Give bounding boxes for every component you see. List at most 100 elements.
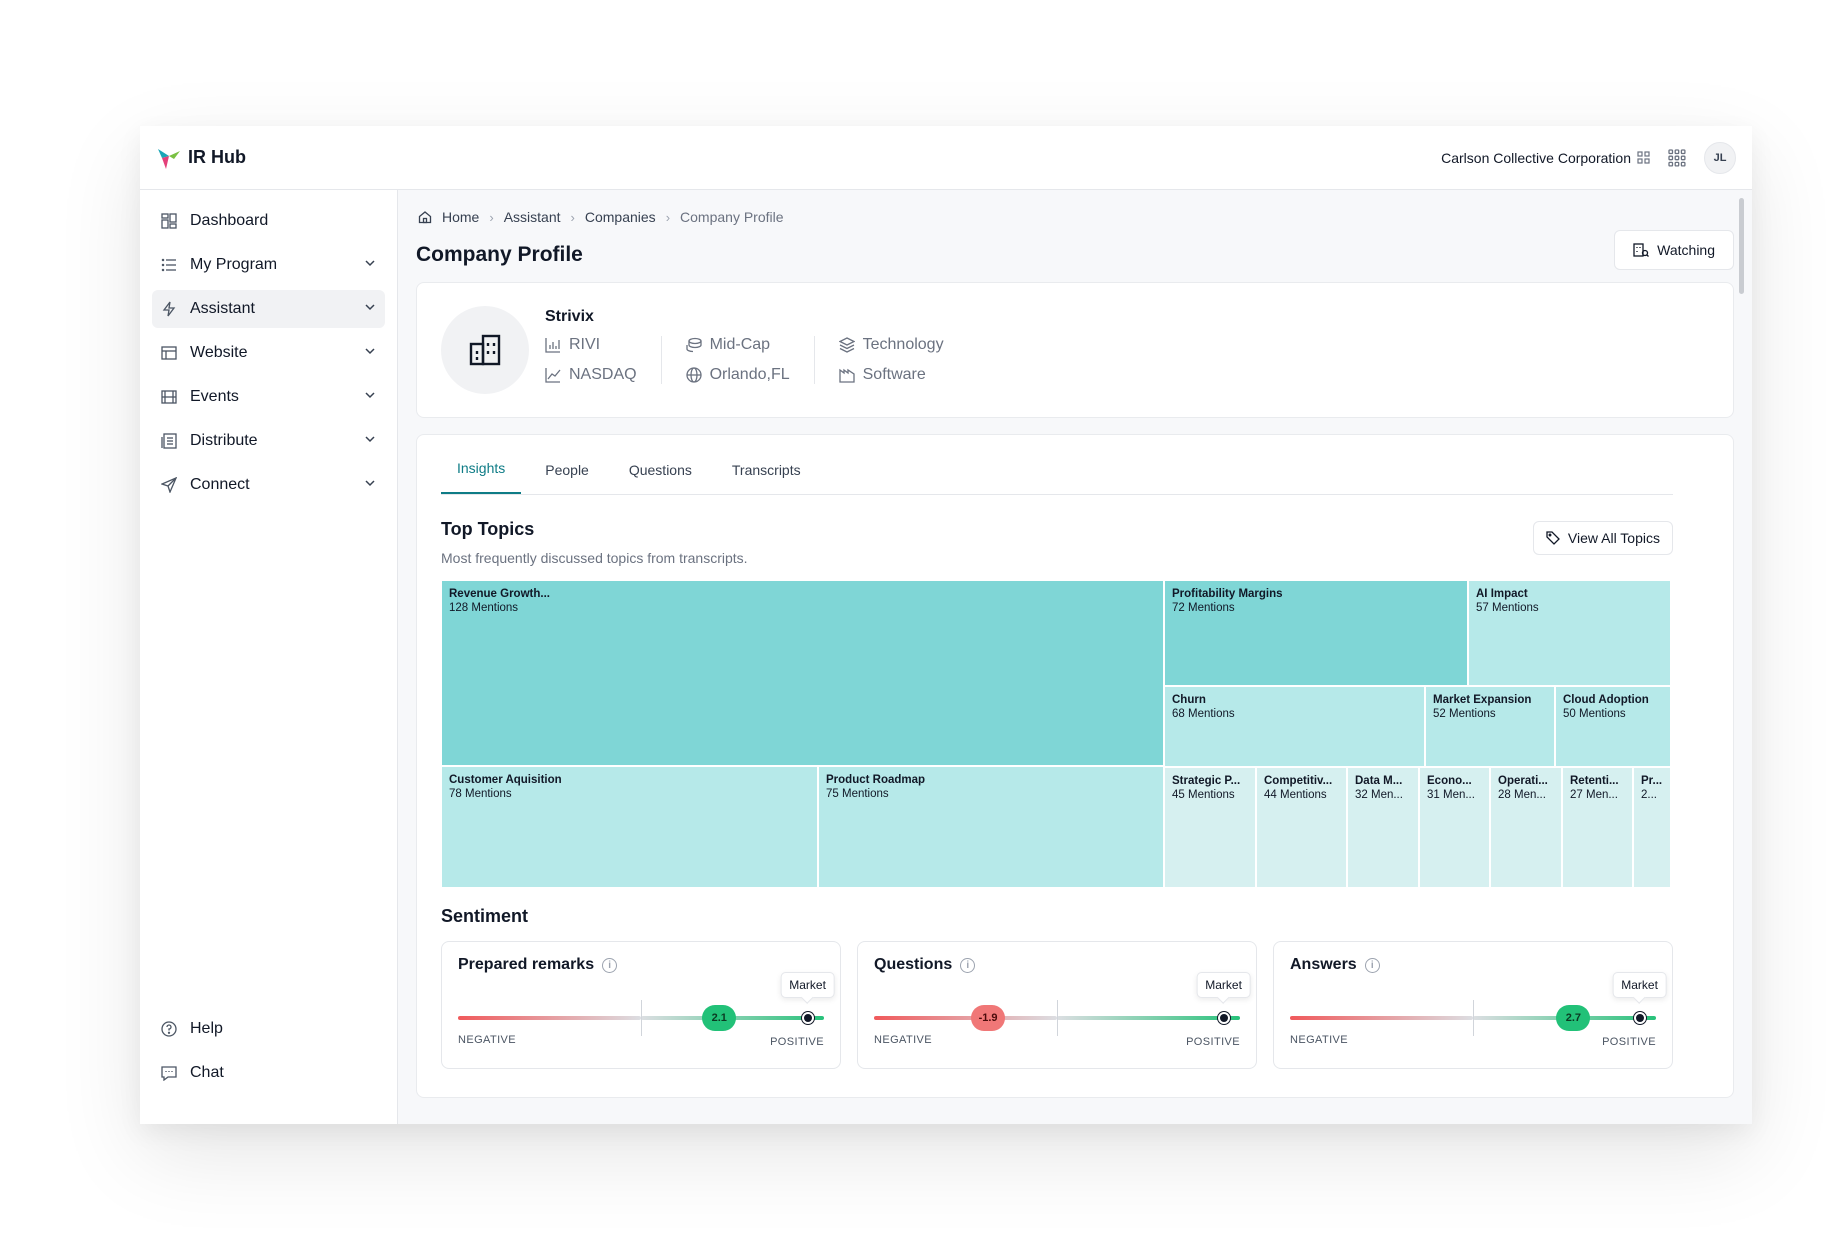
layout-icon bbox=[160, 344, 178, 362]
location-value: Orlando,FL bbox=[709, 366, 790, 383]
sidebar-item-distribute[interactable]: Distribute bbox=[152, 422, 385, 460]
sentiment-card: Questions i Market -1.9 NEGATIVE POSITIVE bbox=[857, 941, 1257, 1069]
sentiment-card: Prepared remarks i Market 2.1 NEGATIVE POSITI… bbox=[441, 941, 841, 1069]
breadcrumb-companies[interactable]: Companies bbox=[585, 209, 656, 225]
company-location: Orlando,FL bbox=[685, 366, 790, 384]
sidebar-item-connect[interactable]: Connect bbox=[152, 466, 385, 504]
treemap-cell[interactable]: Product Roadmap 75 Mentions bbox=[818, 766, 1164, 888]
help-icon bbox=[160, 1020, 178, 1038]
sidebar-item-assistant[interactable]: Assistant bbox=[152, 290, 385, 328]
sentiment-card-title: Prepared remarks bbox=[458, 956, 595, 973]
treemap-cell-count: 52 Mentions bbox=[1433, 708, 1496, 720]
org-switcher[interactable]: Carlson Collective Corporation bbox=[1441, 150, 1650, 166]
info-icon[interactable]: i bbox=[602, 957, 618, 973]
sidebar-item-help[interactable]: Help bbox=[152, 1010, 385, 1048]
treemap-cell-name: Profitability Margins bbox=[1172, 588, 1283, 600]
treemap-cell[interactable]: Profitability Margins 72 Mentions bbox=[1164, 580, 1468, 686]
sidebar-item-label: Events bbox=[190, 388, 239, 405]
tab-insights[interactable]: Insights bbox=[441, 460, 522, 494]
film-icon bbox=[160, 388, 178, 406]
treemap-cell[interactable]: Cloud Adoption 50 Mentions bbox=[1555, 686, 1671, 767]
company-info: Strivix RIVI NASDAQ Mid-Cap Orlando,FL T… bbox=[545, 308, 992, 384]
bolt-icon bbox=[160, 300, 178, 318]
top-topics-subtitle: Most frequently discussed topics from tr… bbox=[441, 550, 748, 566]
top-topics-title: Top Topics bbox=[441, 519, 535, 539]
neutral-divider bbox=[641, 1000, 642, 1036]
market-marker[interactable] bbox=[801, 1012, 814, 1024]
home-icon[interactable] bbox=[418, 210, 432, 224]
treemap-cell-name: Operati... bbox=[1498, 775, 1548, 787]
watching-button[interactable]: Watching bbox=[1614, 230, 1734, 270]
treemap-cell[interactable]: Econo... 31 Men... bbox=[1419, 767, 1490, 888]
view-all-topics-button[interactable]: View All Topics bbox=[1532, 521, 1673, 555]
cap-value: Mid-Cap bbox=[709, 336, 771, 353]
positive-label: POSITIVE bbox=[770, 1036, 824, 1048]
treemap-cell[interactable]: Revenue Growth... 128 Mentions bbox=[441, 580, 1164, 766]
treemap-cell[interactable]: AI Impact 57 Mentions bbox=[1468, 580, 1671, 686]
app-logo[interactable]: IR Hub bbox=[156, 145, 246, 171]
negative-track bbox=[1290, 1016, 1473, 1020]
treemap-cell[interactable]: Data M... 32 Men... bbox=[1347, 767, 1419, 888]
user-avatar[interactable]: JL bbox=[1704, 141, 1736, 174]
treemap-cell-count: 78 Mentions bbox=[449, 788, 512, 800]
treemap-cell[interactable]: Operati... 28 Men... bbox=[1490, 767, 1562, 888]
tab-bar: Insights People Questions Transcripts bbox=[441, 435, 1673, 495]
treemap-cell[interactable]: Pr... 2... bbox=[1633, 767, 1671, 888]
company-name: Strivix bbox=[545, 308, 594, 325]
chevron-down-icon bbox=[363, 300, 377, 319]
scrollbar[interactable] bbox=[1739, 198, 1744, 294]
sentiment-card-header: Answers i bbox=[1290, 956, 1656, 974]
sentiment-track: Market 2.7 bbox=[1290, 972, 1667, 1036]
company-size-location: Mid-Cap Orlando,FL bbox=[685, 336, 815, 384]
breadcrumb-current: Company Profile bbox=[680, 209, 784, 225]
sentiment-card-header: Prepared remarks i bbox=[458, 956, 824, 974]
breadcrumb-home[interactable]: Home bbox=[442, 209, 479, 225]
market-tooltip: Market bbox=[1196, 972, 1251, 998]
sentiment-title: Sentiment bbox=[441, 906, 529, 926]
sidebar: Dashboard My Program Assistant Website E… bbox=[140, 190, 398, 1124]
treemap-cell-name: AI Impact bbox=[1476, 588, 1528, 600]
treemap-cell-count: 50 Mentions bbox=[1563, 708, 1626, 720]
market-marker[interactable] bbox=[1633, 1012, 1646, 1024]
tab-questions[interactable]: Questions bbox=[629, 462, 692, 494]
treemap-cell-name: Data M... bbox=[1355, 775, 1403, 787]
treemap-cell-name: Revenue Growth... bbox=[449, 588, 550, 600]
sidebar-item-label: Website bbox=[190, 344, 248, 361]
breadcrumb-assistant[interactable]: Assistant bbox=[504, 209, 561, 225]
negative-label: NEGATIVE bbox=[874, 1034, 933, 1046]
factory-icon bbox=[838, 368, 855, 383]
tab-people[interactable]: People bbox=[545, 462, 589, 494]
chevron-down-icon bbox=[363, 388, 377, 407]
sentiment-cards: Prepared remarks i Market 2.1 NEGATIVE POSITI… bbox=[441, 941, 1673, 1069]
sidebar-item-dashboard[interactable]: Dashboard bbox=[152, 202, 385, 240]
treemap-cell[interactable]: Market Expansion 52 Mentions bbox=[1425, 686, 1555, 767]
info-icon[interactable]: i bbox=[1364, 957, 1380, 973]
treemap-cell-count: 45 Mentions bbox=[1172, 789, 1235, 801]
company-sector: Technology Software bbox=[838, 336, 968, 384]
chevron-down-icon bbox=[363, 476, 377, 495]
score-badge: -1.9 bbox=[971, 1005, 1006, 1031]
bar-chart-icon bbox=[545, 338, 560, 353]
treemap-cell-name: Churn bbox=[1172, 694, 1206, 706]
market-marker[interactable] bbox=[1217, 1012, 1230, 1024]
tab-transcripts[interactable]: Transcripts bbox=[732, 462, 801, 494]
treemap-cell[interactable]: Churn 68 Mentions bbox=[1164, 686, 1425, 767]
tag-icon bbox=[1546, 531, 1560, 545]
exchange-value: NASDAQ bbox=[569, 366, 637, 383]
treemap-cell-count: 75 Mentions bbox=[826, 788, 889, 800]
info-icon[interactable]: i bbox=[960, 957, 976, 973]
treemap-cell[interactable]: Competitiv... 44 Mentions bbox=[1256, 767, 1347, 888]
apps-grid-icon[interactable] bbox=[1668, 148, 1686, 167]
sidebar-item-website[interactable]: Website bbox=[152, 334, 385, 372]
company-card: Strivix RIVI NASDAQ Mid-Cap Orlando,FL T… bbox=[416, 282, 1734, 418]
sidebar-item-chat[interactable]: Chat bbox=[152, 1054, 385, 1092]
treemap-cell[interactable]: Strategic P... 45 Mentions bbox=[1164, 767, 1256, 888]
sidebar-item-events[interactable]: Events bbox=[152, 378, 385, 416]
treemap-cell[interactable]: Retenti... 27 Men... bbox=[1562, 767, 1633, 888]
neutral-divider bbox=[1057, 1000, 1058, 1036]
treemap-cell[interactable]: Customer Aquisition 78 Mentions bbox=[441, 766, 818, 888]
building-search-icon bbox=[1633, 243, 1650, 257]
treemap-cell-count: 44 Mentions bbox=[1264, 789, 1327, 801]
treemap-cell-name: Pr... bbox=[1641, 775, 1663, 787]
sidebar-item-my-program[interactable]: My Program bbox=[152, 246, 385, 284]
